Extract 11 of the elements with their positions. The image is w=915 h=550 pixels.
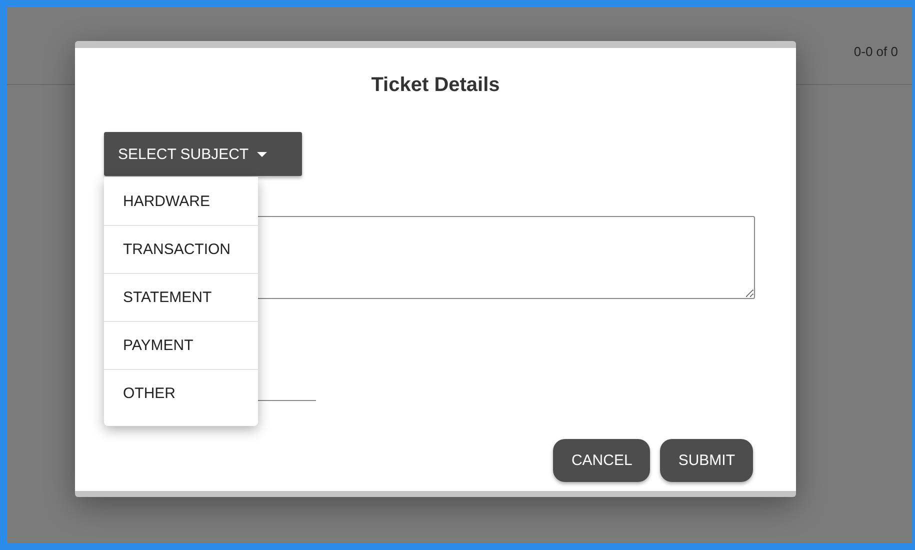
pagination-text: 0-0 of 0 <box>854 44 898 60</box>
caret-icon <box>256 152 267 156</box>
menu-item[interactable]: PAYMENT <box>104 321 258 369</box>
menu-item[interactable]: STATEMENT <box>104 273 258 321</box>
cancel-button[interactable]: CANCEL <box>553 439 650 482</box>
menu-item[interactable]: OTHER <box>104 369 258 417</box>
select-subject-button[interactable]: SELECT SUBJECT <box>104 132 302 176</box>
menu-item[interactable]: HARDWARE <box>104 177 258 225</box>
submit-button[interactable]: SUBMIT <box>660 439 753 482</box>
menu-item[interactable]: TRANSACTION <box>104 225 258 273</box>
dialog-title: Ticket Details <box>371 74 500 97</box>
